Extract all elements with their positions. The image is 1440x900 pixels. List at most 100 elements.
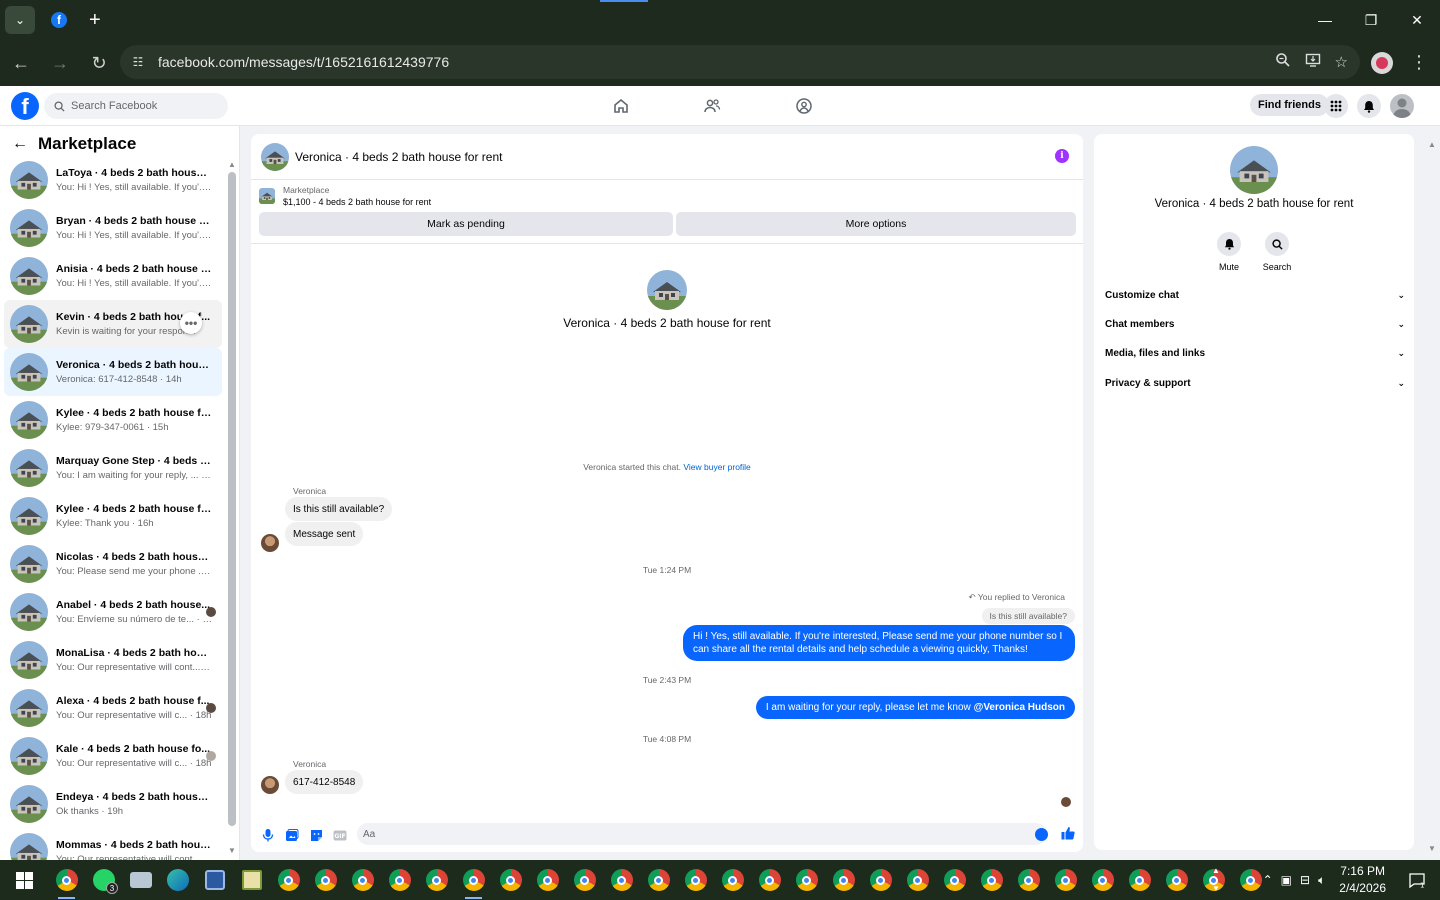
chrome-taskbar-icon[interactable] (936, 860, 973, 900)
chrome-taskbar-icon[interactable] (492, 860, 529, 900)
privacy-support-row[interactable]: Privacy & support ⌄ (1105, 373, 1405, 393)
conversation-item[interactable]: MonaLisa · 4 beds 2 bath hous... You: Our… (4, 636, 222, 684)
chrome-taskbar-icon[interactable] (751, 860, 788, 900)
chrome-taskbar-icon[interactable] (381, 860, 418, 900)
conversation-item[interactable]: Marquay Gone Step · 4 beds 2 ... You: I a… (4, 444, 222, 492)
mark-as-pending-button[interactable]: Mark as pending (259, 212, 673, 236)
mute-action[interactable]: Mute (1209, 232, 1249, 272)
chat-profile-thumbnail[interactable] (647, 270, 687, 310)
incoming-message[interactable]: Is this still available? (285, 497, 393, 521)
chrome-taskbar-icon[interactable] (344, 860, 381, 900)
bookmark-star-icon[interactable]: ☆ (1335, 53, 1348, 71)
chevron-up-icon[interactable]: ⌃ (1263, 873, 1273, 888)
chrome-taskbar-icon[interactable] (418, 860, 455, 900)
back-button[interactable]: ← (3, 45, 39, 81)
conversation-info-icon[interactable]: i (1055, 149, 1069, 163)
chrome-taskbar-icon[interactable] (677, 860, 714, 900)
notification-center-icon[interactable]: 1 (1402, 865, 1432, 895)
media-files-links-row[interactable]: Media, files and links ⌄ (1105, 343, 1405, 363)
chrome-taskbar-icon[interactable] (1010, 860, 1047, 900)
restore-button[interactable]: ❐ (1348, 0, 1394, 40)
search-action[interactable]: Search (1257, 232, 1297, 272)
conversation-item[interactable]: Kevin · 4 beds 2 bath house f... Kevin is… (4, 300, 222, 348)
photo-icon[interactable] (283, 826, 301, 844)
volume-icon[interactable]: 🔈︎ (1318, 873, 1325, 888)
chrome-taskbar-icon[interactable] (788, 860, 825, 900)
chat-header-title[interactable]: Veronica · 4 beds 2 bath house for rent (295, 150, 502, 164)
page-scroll-up[interactable]: ▲ (1428, 140, 1436, 149)
forward-button[interactable]: → (42, 45, 78, 81)
sticker-icon[interactable] (307, 826, 325, 844)
outgoing-message[interactable]: Hi ! Yes, still available. If you're int… (683, 625, 1075, 661)
back-arrow-icon[interactable]: ← (12, 135, 28, 153)
chrome-taskbar-icon[interactable] (825, 860, 862, 900)
chrome-taskbar-icon[interactable] (307, 860, 344, 900)
taskbar-scroll[interactable]: ▲ ▼ (1212, 862, 1220, 898)
gif-icon[interactable]: GIF (331, 826, 349, 844)
network-icon[interactable]: ⊟ (1300, 873, 1310, 888)
chrome-taskbar-icon[interactable] (603, 860, 640, 900)
sidebar-scroll-down[interactable]: ▼ (228, 846, 236, 855)
chrome-taskbar-icon[interactable] (1121, 860, 1158, 900)
customize-chat-row[interactable]: Customize chat ⌄ (1105, 285, 1405, 305)
thumbs-up-icon[interactable] (1061, 826, 1075, 843)
conversation-item[interactable]: Kylee · 4 beds 2 bath house for... Kylee:… (4, 492, 222, 540)
listing-price-title[interactable]: $1,100 - 4 beds 2 bath house for rent (283, 197, 431, 207)
chrome-taskbar-icon[interactable] (48, 860, 85, 900)
account-avatar[interactable] (1390, 94, 1414, 118)
device-icon[interactable]: ▣ (1281, 873, 1292, 888)
chrome-taskbar-icon[interactable] (973, 860, 1010, 900)
page-scroll-down[interactable]: ▼ (1428, 844, 1436, 853)
conversation-item[interactable]: LaToya · 4 beds 2 bath house f... You: Hi… (4, 156, 222, 204)
conversation-item[interactable]: Anisia · 4 beds 2 bath house fo... You: H… (4, 252, 222, 300)
chrome-taskbar-icon[interactable] (270, 860, 307, 900)
reload-button[interactable]: ↻ (81, 45, 117, 81)
message-input[interactable] (357, 823, 1047, 845)
emoji-icon[interactable] (1035, 828, 1048, 841)
mention-link[interactable]: @Veronica Hudson (974, 702, 1065, 713)
chrome-taskbar-icon[interactable] (455, 860, 492, 900)
url-text[interactable]: facebook.com/messages/t/1652161612439776 (158, 54, 449, 70)
info-panel-thumbnail[interactable] (1230, 146, 1278, 194)
chrome-taskbar-icon[interactable] (899, 860, 936, 900)
facebook-search-input[interactable] (71, 100, 221, 112)
friends-icon[interactable] (702, 96, 722, 116)
conversation-item[interactable]: Endeya · 4 beds 2 bath house f... Ok than… (4, 780, 222, 828)
chat-members-row[interactable]: Chat members ⌄ (1105, 314, 1405, 334)
microphone-icon[interactable] (259, 826, 277, 844)
windows-start-icon[interactable] (0, 860, 48, 900)
chrome-taskbar-icon[interactable] (862, 860, 899, 900)
search-icon[interactable] (1265, 232, 1289, 256)
conversation-item[interactable]: Kale · 4 beds 2 bath house fo... You: Our… (4, 732, 222, 780)
whatsapp-taskbar-icon[interactable]: 3 (85, 860, 122, 900)
conversation-item[interactable]: Anabel · 4 beds 2 bath house... You: Enví… (4, 588, 222, 636)
chrome-taskbar-icon[interactable] (1047, 860, 1084, 900)
more-options-button[interactable]: More options (676, 212, 1076, 236)
outgoing-message[interactable]: I am waiting for your reply, please let … (755, 696, 1075, 719)
conversation-item[interactable]: Bryan · 4 beds 2 bath house for... You: H… (4, 204, 222, 252)
spreadsheet-taskbar-icon[interactable] (233, 860, 270, 900)
quoted-message[interactable]: Is this still available? (981, 608, 1075, 624)
facebook-logo-icon[interactable]: f (11, 92, 39, 120)
sender-avatar[interactable] (261, 776, 279, 794)
site-info-icon[interactable]: ☷ (130, 54, 146, 70)
chrome-taskbar-icon[interactable] (1158, 860, 1195, 900)
conversation-more-options-icon[interactable]: ••• (180, 312, 202, 334)
chrome-taskbar-icon[interactable] (714, 860, 751, 900)
find-friends-button[interactable]: Find friends (1250, 94, 1329, 116)
zoom-icon[interactable] (1275, 52, 1291, 72)
browser-tab-facebook[interactable]: f (41, 4, 77, 36)
conversation-item[interactable]: Veronica · 4 beds 2 bath house ... Veroni… (4, 348, 222, 396)
incoming-message[interactable]: Message sent (285, 522, 364, 546)
facebook-search-box[interactable] (44, 93, 228, 119)
install-app-icon[interactable] (1305, 52, 1321, 72)
bell-icon[interactable] (1217, 232, 1241, 256)
tab-search-button[interactable]: ⌄ (5, 6, 35, 34)
incoming-message[interactable]: 617-412-8548 (285, 770, 364, 794)
edge-taskbar-icon[interactable] (159, 860, 196, 900)
conversation-item[interactable]: Alexa · 4 beds 2 bath house f... You: Our… (4, 684, 222, 732)
photos-taskbar-icon[interactable] (196, 860, 233, 900)
conversation-item[interactable]: Kylee · 4 beds 2 bath house for... Kylee:… (4, 396, 222, 444)
keyboard-taskbar-icon[interactable] (122, 860, 159, 900)
menu-grid-icon[interactable] (1324, 94, 1348, 118)
